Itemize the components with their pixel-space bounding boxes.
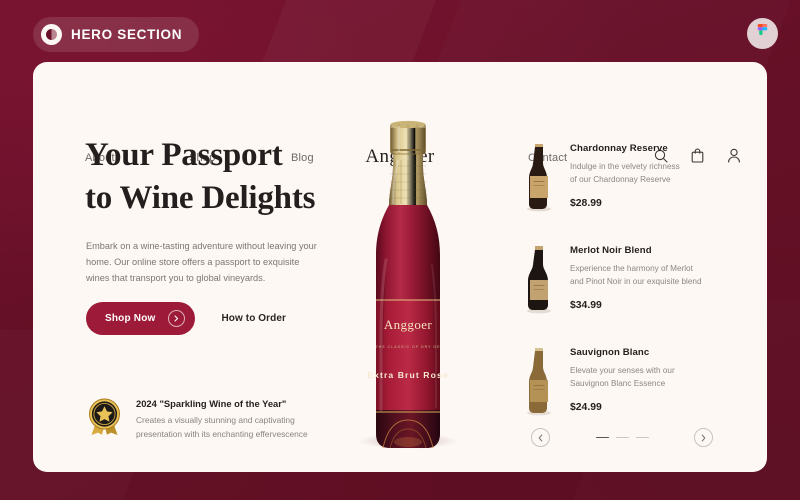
carousel-next-button[interactable] [694,428,713,447]
award-block: 2024 "Sparkling Wine of the Year" Create… [86,398,314,443]
product-thumbnail [522,140,556,212]
hero-card: About Shop Blog Contact Anggoer [33,62,767,472]
bottle-label-sub: THE CLASSIC OF DRY DE [375,345,440,349]
figma-circle-icon [41,24,62,45]
product-item[interactable]: Merlot Noir Blend Experience the harmony… [522,242,722,314]
carousel-indicator[interactable] [615,436,629,439]
how-to-order-button[interactable]: How to Order [221,313,286,324]
shop-now-label: Shop Now [105,313,156,324]
headline-line-1: Your Passport [85,137,283,173]
product-name: Chardonnay Reserve [570,143,668,154]
carousel-prev-button[interactable] [531,428,550,447]
product-price: $28.99 [570,197,602,209]
product-item[interactable]: Sauvignon Blanc Elevate your senses with… [522,344,722,416]
hero-section-badge-label: HERO SECTION [71,27,183,42]
page-title: Your Passport to Wine Delights [85,134,385,220]
product-name: Sauvignon Blanc [570,347,650,358]
product-description: Indulge in the velvety richness of our C… [570,160,680,187]
product-price: $34.99 [570,299,602,311]
headline-line-2: to Wine Delights [85,180,316,216]
product-thumbnail [522,344,556,416]
product-desc-line-2: of our Chardonnay Reserve [570,175,671,185]
product-description: Elevate your senses with our Sauvignon B… [570,364,675,391]
product-thumbnail [522,242,556,314]
hero-subcopy: Embark on a wine-tasting adventure witho… [86,241,317,284]
gold-medal-icon [86,398,123,443]
cta-row: Shop Now How to Order [86,302,286,335]
product-info: Merlot Noir Blend Experience the harmony… [570,242,702,313]
hero-bottle-image: Anggoer THE CLASSIC OF DRY DE Extra Brut… [343,110,473,450]
carousel-indicator[interactable] [635,436,649,439]
product-desc-line-1: Elevate your senses with our [570,366,675,375]
chevron-left-icon [538,430,543,445]
hero-section-badge: HERO SECTION [33,17,200,52]
figma-logo-icon[interactable] [747,18,778,49]
product-desc-line-1: Indulge in the velvety richness [570,162,680,171]
product-list: Chardonnay Reserve Indulge in the velvet… [522,140,722,446]
shop-now-button[interactable]: Shop Now [86,302,196,335]
product-item[interactable]: Chardonnay Reserve Indulge in the velvet… [522,140,722,212]
product-description: Experience the harmony of Merlot and Pin… [570,262,702,289]
carousel-indicator[interactable] [595,436,609,439]
product-price: $24.99 [570,401,602,413]
product-desc-line-2: and Pinot Noir in our exquisite blend [570,277,702,287]
product-info: Chardonnay Reserve Indulge in the velvet… [570,140,680,211]
carousel-indicators [595,436,649,439]
user-account-icon[interactable] [727,148,741,163]
product-desc-line-2: Sauvignon Blanc Essence [570,379,666,389]
award-description: Creates a visually stunning and captivat… [136,415,308,439]
product-name: Merlot Noir Blend [570,245,652,256]
chevron-right-icon [168,310,186,327]
chevron-right-icon [701,430,706,445]
bottle-label-brand: Anggoer [384,317,433,332]
award-title: 2024 "Sparkling Wine of the Year" [136,398,287,409]
carousel-controls [531,428,713,447]
product-desc-line-1: Experience the harmony of Merlot [570,264,693,273]
award-text: 2024 "Sparkling Wine of the Year" Create… [136,398,314,441]
product-info: Sauvignon Blanc Elevate your senses with… [570,344,675,415]
